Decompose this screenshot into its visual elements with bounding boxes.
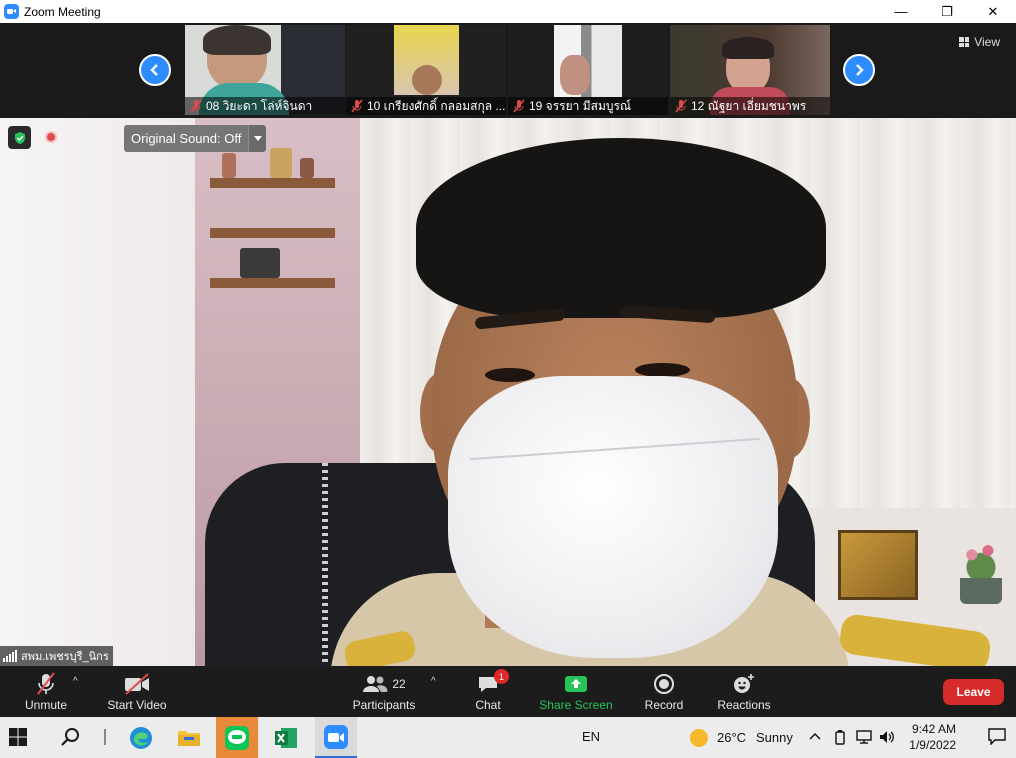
view-label: View [974, 35, 1000, 49]
mic-muted-icon [675, 99, 687, 113]
participant-tile[interactable]: 08 วิยะดา โล่ห์จินดา [185, 25, 345, 115]
excel-icon [275, 727, 297, 748]
mic-muted-icon [37, 672, 55, 695]
weather-temperature[interactable]: 26°C [717, 730, 746, 745]
speaker-name: สพม.เพชรบุรี_นิกร [21, 651, 109, 663]
unmute-button[interactable]: Unmute [20, 666, 72, 717]
participant-tile[interactable]: 12 ณัฐยา เอี่ยมชนาพร [670, 25, 830, 115]
search-icon[interactable] [60, 727, 80, 747]
video-off-icon [125, 673, 149, 695]
notification-center-icon[interactable] [988, 728, 1006, 745]
participant-name: 19 จรรยา มีสมบูรณ์ [529, 98, 632, 113]
clock-time: 9:42 AM [911, 722, 956, 736]
chevron-left-icon [150, 64, 158, 76]
audio-options-caret[interactable]: ^ [73, 676, 78, 687]
share-screen-icon [565, 676, 587, 692]
leave-button[interactable]: Leave [943, 679, 1004, 705]
record-label: Record [644, 698, 684, 712]
record-icon [654, 674, 674, 694]
windows-start-icon[interactable] [8, 727, 28, 747]
system-clock[interactable]: 9:42 AM 1/9/2022 [909, 721, 956, 753]
line-app-icon [225, 725, 249, 750]
taskbar-file-explorer[interactable] [168, 717, 210, 758]
input-language[interactable]: EN [582, 729, 600, 744]
window-controls: — ❐ ✕ [878, 0, 1016, 23]
taskbar-edge[interactable] [120, 717, 162, 758]
original-sound-toggle[interactable]: Original Sound: Off [124, 125, 267, 152]
window-title: Zoom Meeting [24, 4, 101, 19]
participant-tile[interactable]: 19 จรรยา มีสมบูรณ์ [508, 25, 668, 115]
start-video-label: Start Video [107, 698, 167, 712]
speaker-name-label: สพม.เพชรบุรี_นิกร [0, 646, 113, 666]
participant-strip: 08 วิยะดา โล่ห์จินดา 10 เกรียงศักดิ์ กลอ… [0, 23, 1016, 118]
participant-name: 12 ณัฐยา เอี่ยมชนาพร [691, 98, 807, 113]
participant-name-bar: 19 จรรยา มีสมบูรณ์ [508, 97, 668, 115]
participants-count: 22 [392, 677, 406, 691]
folder-icon [178, 730, 200, 746]
taskbar-line[interactable] [216, 717, 258, 758]
face-mask [448, 376, 778, 658]
participant-tile[interactable]: 10 เกรียงศักดิ์ กลอมสกุล ... [346, 25, 506, 115]
windows-taskbar: EN 26°C Sunny 9:42 AM 1/9/2022 [0, 717, 1016, 758]
share-screen-label: Share Screen [539, 698, 613, 712]
reactions-button[interactable]: Reactions [714, 666, 774, 717]
minimize-button[interactable]: — [878, 0, 924, 23]
participants-button[interactable]: 22 Participants [350, 666, 418, 717]
share-screen-button[interactable]: Share Screen [538, 666, 614, 717]
participants-options-caret[interactable]: ^ [431, 676, 436, 687]
chevron-up-icon[interactable] [809, 732, 821, 740]
grid-icon [959, 37, 970, 47]
window-titlebar: Zoom Meeting — ❐ ✕ [0, 0, 1016, 23]
taskbar-zoom[interactable] [315, 717, 357, 758]
recording-indicator-icon [45, 131, 57, 143]
next-page-button[interactable] [843, 54, 875, 86]
chat-unread-badge: 1 [494, 669, 509, 684]
weather-description[interactable]: Sunny [756, 730, 793, 745]
view-button[interactable]: View [959, 35, 1000, 49]
encryption-shield-icon[interactable] [8, 126, 31, 149]
edge-browser-icon [130, 726, 152, 749]
participant-name: 08 วิยะดา โล่ห์จินดา [206, 98, 313, 113]
network-icon[interactable] [855, 729, 873, 745]
original-sound-dropdown[interactable] [248, 125, 267, 152]
participant-name-bar: 08 วิยะดา โล่ห์จินดา [185, 97, 345, 115]
participant-name: 10 เกรียงศักดิ์ กลอมสกุล ... [367, 98, 506, 113]
record-button[interactable]: Record [643, 666, 685, 717]
chat-button[interactable]: 1 Chat [470, 666, 509, 717]
original-sound-label[interactable]: Original Sound: Off [124, 125, 249, 152]
previous-page-button[interactable] [139, 54, 171, 86]
mic-muted-icon [351, 99, 363, 113]
participants-label: Participants [352, 698, 416, 712]
sun-weather-icon[interactable] [689, 728, 709, 748]
clock-date: 1/9/2022 [909, 738, 956, 752]
zoom-app-icon [4, 4, 19, 19]
volume-icon[interactable] [878, 729, 896, 745]
mic-muted-icon [190, 99, 202, 113]
zoom-icon [324, 724, 348, 749]
participants-icon [363, 676, 388, 692]
mic-muted-icon [513, 99, 525, 113]
start-video-button[interactable]: Start Video [106, 666, 168, 717]
close-button[interactable]: ✕ [970, 0, 1016, 23]
participant-name-bar: 12 ณัฐยา เอี่ยมชนาพร [670, 97, 830, 115]
battery-icon[interactable] [834, 729, 846, 745]
chevron-down-icon [253, 135, 262, 141]
chevron-right-icon [856, 64, 864, 76]
unmute-label: Unmute [24, 698, 68, 712]
taskbar-excel[interactable] [265, 717, 307, 758]
active-speaker-video[interactable]: Original Sound: Off สพม.เพชรบุรี_นิกร [0, 118, 1016, 666]
participant-name-bar: 10 เกรียงศักดิ์ กลอมสกุล ... [346, 97, 506, 115]
reactions-label: Reactions [717, 698, 771, 712]
chat-label: Chat [475, 698, 501, 712]
meeting-toolbar: Unmute ^ Start Video 22 Participants ^ 1… [0, 666, 1016, 717]
reactions-icon [734, 674, 754, 693]
maximize-button[interactable]: ❐ [924, 0, 970, 23]
signal-strength-icon [3, 650, 17, 662]
